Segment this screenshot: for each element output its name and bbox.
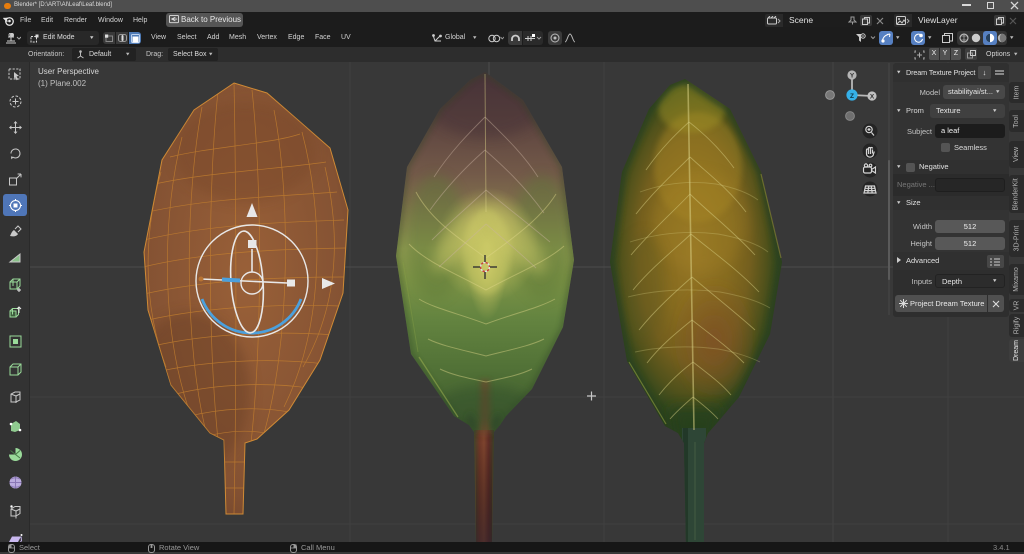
svg-text:Y: Y [850, 73, 855, 80]
svg-text:Z: Z [850, 93, 854, 100]
svg-text:X: X [870, 94, 875, 101]
